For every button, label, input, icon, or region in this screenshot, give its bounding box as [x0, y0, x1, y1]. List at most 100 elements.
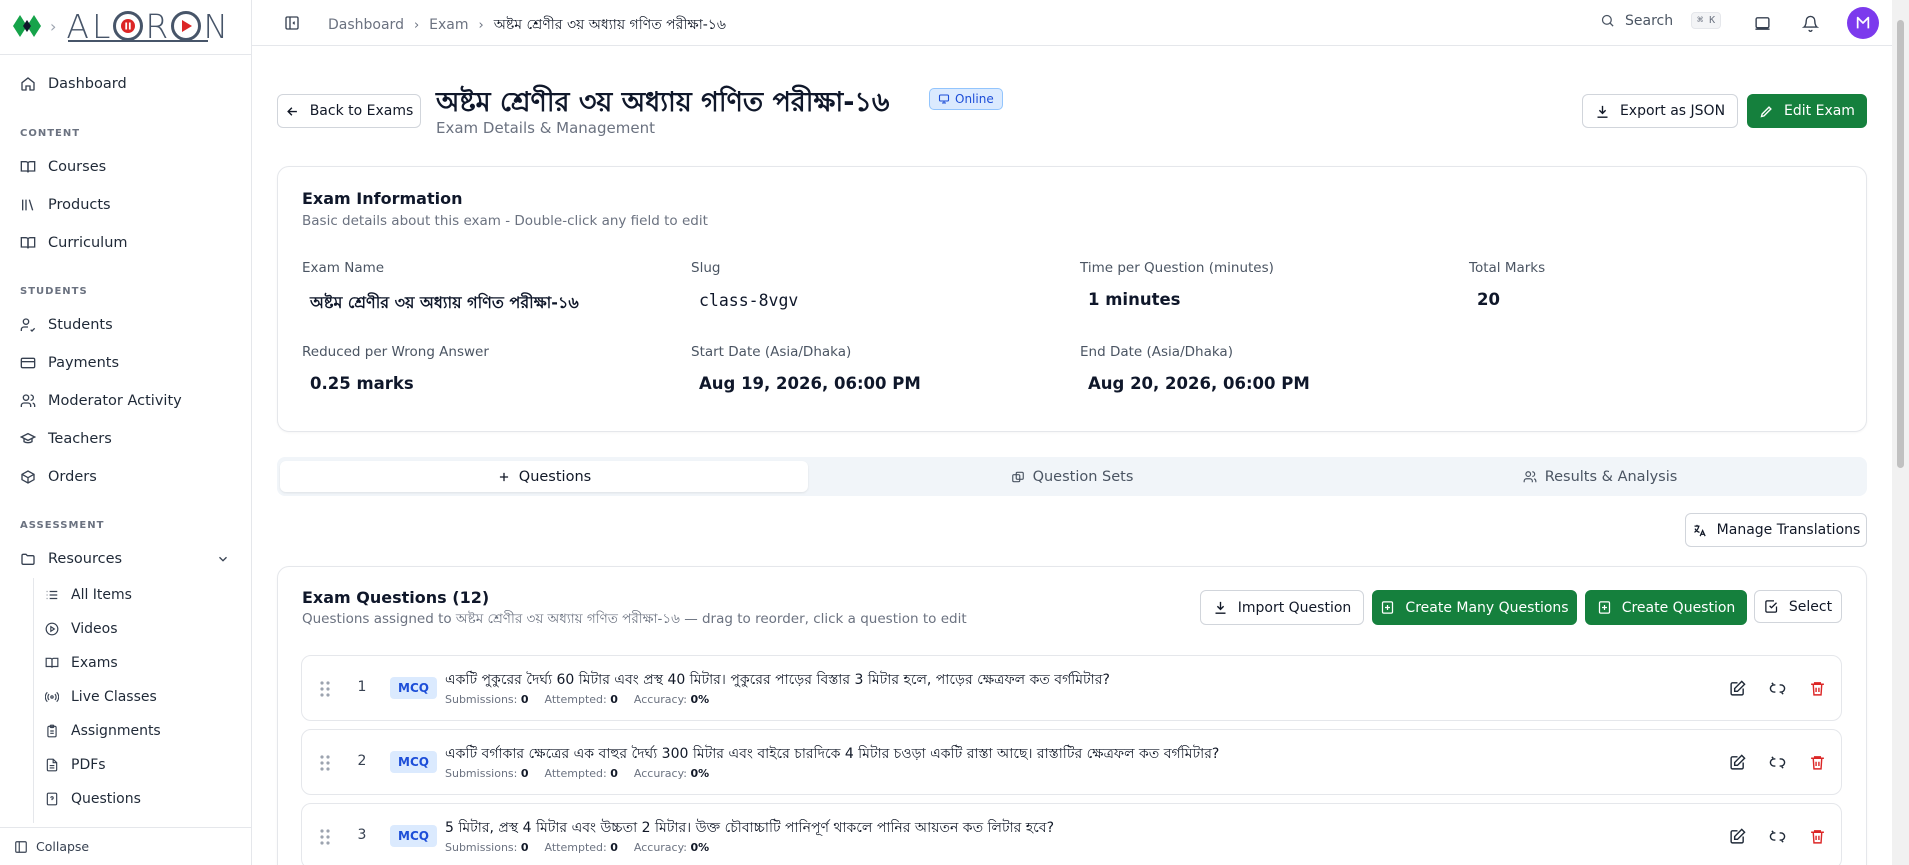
edit-exam-button[interactable]: Edit Exam [1747, 94, 1867, 128]
sidebar-item-courses[interactable]: Courses [20, 156, 106, 178]
grip-vertical-icon[interactable] [318, 828, 332, 846]
stat-attempted: 0 [610, 767, 618, 780]
sidebar-subitem-videos[interactable]: Videos [45, 619, 118, 639]
inbox-icon[interactable] [1754, 15, 1771, 32]
sidebar-item-curriculum[interactable]: Curriculum [20, 232, 128, 254]
question-text[interactable]: 5 মিটার, প্রস্থ 4 মিটার এবং উচ্চতা 2 মিট… [445, 816, 1054, 840]
sidebar-subitem-assignments[interactable]: Assignments [45, 721, 161, 741]
bell-icon[interactable] [1802, 15, 1819, 32]
question-text[interactable]: একটি বর্গাকার ক্ষেত্রের এক বাহুর দৈর্ঘ্য… [445, 742, 1219, 766]
monitor-icon [938, 94, 950, 104]
import-question-button[interactable]: Import Question [1200, 590, 1364, 625]
folder-open-icon [21, 553, 35, 565]
unlink-icon[interactable] [1769, 680, 1786, 697]
logo-record-icon [113, 11, 144, 41]
download-icon [1215, 601, 1226, 614]
collapse-sidebar-button[interactable]: Collapse [0, 827, 252, 865]
questions-title: Exam Questions (12) [302, 588, 490, 607]
sidebar-item-products[interactable]: Products [20, 194, 111, 216]
page-subtitle: Exam Details & Management [436, 119, 655, 137]
sidebar-subitem-label: All Items [71, 587, 132, 603]
sidebar-item-payments[interactable]: Payments [20, 352, 119, 374]
grip-vertical-icon[interactable] [318, 754, 332, 772]
sidebar-item-resources[interactable]: Resources [20, 548, 230, 570]
question-row[interactable]: 3 MCQ 5 মিটার, প্রস্থ 4 মিটার এবং উচ্চতা… [301, 803, 1842, 865]
grip-vertical-icon[interactable] [318, 680, 332, 698]
sidebar-item-teachers[interactable]: Teachers [20, 428, 112, 450]
panel-left-icon [15, 840, 27, 853]
sidebar-item-dashboard[interactable]: Dashboard [20, 73, 127, 95]
field-value-total-marks[interactable]: 20 [1477, 290, 1500, 309]
field-label-total-marks: Total Marks [1469, 260, 1546, 276]
trash-icon[interactable] [1809, 680, 1826, 697]
file-plus-icon [1598, 601, 1610, 614]
edit-icon[interactable] [1729, 680, 1746, 697]
tab-question-sets[interactable]: Question Sets [808, 461, 1336, 492]
sidebar-subitem-exams[interactable]: Exams [45, 653, 118, 673]
trash-icon[interactable] [1809, 754, 1826, 771]
avatar[interactable] [1847, 7, 1879, 39]
breadcrumb-exam[interactable]: Exam [429, 17, 468, 33]
question-text[interactable]: একটি পুকুরের দৈর্ঘ্য 60 মিটার এবং প্রস্থ… [445, 668, 1110, 692]
breadcrumb-dashboard[interactable]: Dashboard [328, 17, 404, 33]
trash-icon[interactable] [1809, 828, 1826, 845]
field-label-end-date: End Date (Asia/Dhaka) [1080, 344, 1233, 360]
sidebar-item-label: Orders [48, 469, 97, 485]
create-question-button[interactable]: Create Question [1585, 590, 1747, 625]
sidebar-item-moderator-activity[interactable]: Moderator Activity [20, 390, 182, 412]
graduation-cap-icon [20, 432, 36, 444]
search-button[interactable]: Search ⌘ K [1600, 12, 1722, 29]
sidebar-item-students[interactable]: Students [20, 314, 113, 336]
select-button[interactable]: Select [1754, 590, 1842, 623]
question-row[interactable]: 2 MCQ একটি বর্গাকার ক্ষেত্রের এক বাহুর দ… [301, 729, 1842, 795]
tab-questions[interactable]: Questions [280, 461, 808, 492]
edit-label: Edit Exam [1784, 103, 1855, 119]
book-open-check-icon [20, 237, 36, 249]
home-icon [21, 77, 35, 91]
users-icon [20, 394, 36, 407]
field-value-reduced-per-wrong[interactable]: 0.25 marks [310, 374, 414, 393]
question-row[interactable]: 1 MCQ একটি পুকুরের দৈর্ঘ্য 60 মিটার এবং … [301, 655, 1842, 721]
sidebar-subitem-all-items[interactable]: All Items [45, 585, 132, 605]
sidebar: › A L R N Dashboard CONTENT Courses Prod… [0, 0, 252, 865]
pencil-icon [1760, 105, 1772, 117]
edit-icon[interactable] [1729, 828, 1746, 845]
tab-results-analysis[interactable]: Results & Analysis [1336, 461, 1864, 492]
field-value-exam-name[interactable]: অষ্টম শ্রেণীর ৩য় অধ্যায় গণিত পরীক্ষা-১… [310, 290, 579, 317]
sidebar-item-orders[interactable]: Orders [20, 466, 97, 488]
brand-underline [68, 40, 208, 42]
user-check-icon [20, 318, 36, 332]
field-value-start-date[interactable]: Aug 19, 2026, 06:00 PM [699, 374, 921, 393]
question-stats: Submissions: 0 Attempted: 0 Accuracy: 0% [445, 693, 709, 706]
question-type-badge: MCQ [390, 825, 437, 847]
library-icon [22, 199, 34, 211]
tab-label: Question Sets [1032, 468, 1134, 485]
unlink-icon[interactable] [1769, 754, 1786, 771]
manage-translations-button[interactable]: Manage Translations [1685, 513, 1867, 547]
chevron-down-icon [219, 556, 227, 562]
field-value-end-date[interactable]: Aug 20, 2026, 06:00 PM [1088, 374, 1310, 393]
sidebar-toggle-icon[interactable] [284, 15, 300, 31]
export-json-button[interactable]: Export as JSON [1582, 94, 1738, 128]
sidebar-item-label: Payments [48, 355, 120, 371]
sidebar-subitem-questions[interactable]: Questions [45, 789, 141, 809]
plus-icon [499, 472, 508, 481]
brand-mark-icon [13, 15, 41, 37]
question-stats: Submissions: 0 Attempted: 0 Accuracy: 0% [445, 767, 709, 780]
question-stats: Submissions: 0 Attempted: 0 Accuracy: 0% [445, 841, 709, 854]
sidebar-subitem-label: Videos [71, 621, 118, 637]
back-to-exams-button[interactable]: Back to Exams [277, 94, 421, 128]
search-label: Search [1625, 12, 1674, 29]
create-many-questions-button[interactable]: Create Many Questions [1372, 590, 1577, 625]
scrollbar-thumb[interactable] [1897, 20, 1904, 468]
sidebar-divider [0, 54, 252, 55]
field-value-time-per-question[interactable]: 1 minutes [1088, 290, 1180, 309]
logo-play-icon [171, 11, 202, 41]
field-value-slug[interactable]: class-8vgv [699, 291, 798, 310]
edit-icon[interactable] [1729, 754, 1746, 771]
brand-logo: A L R N [66, 6, 229, 46]
sidebar-subitem-pdfs[interactable]: PDFs [45, 755, 106, 775]
unlink-icon[interactable] [1769, 828, 1786, 845]
field-label-time-per-question: Time per Question (minutes) [1080, 260, 1274, 276]
sidebar-subitem-live-classes[interactable]: Live Classes [45, 687, 157, 707]
